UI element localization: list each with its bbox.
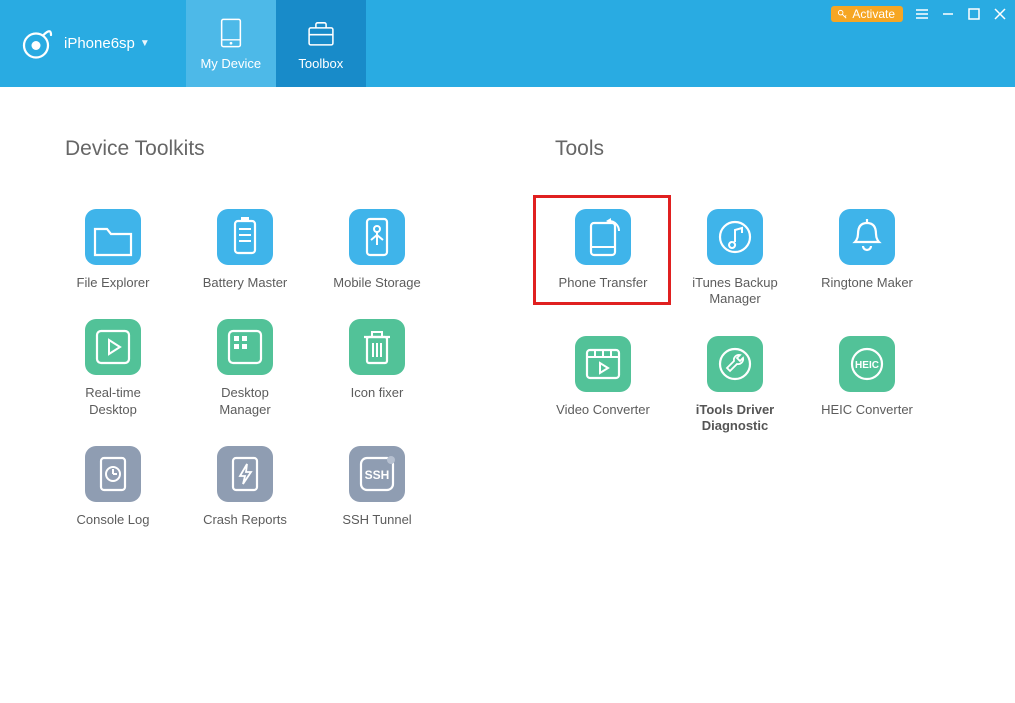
tablet-icon <box>214 16 248 50</box>
window-controls: Activate <box>831 6 1007 22</box>
tool-label: Desktop Manager <box>197 385 293 418</box>
menu-icon[interactable] <box>915 7 929 21</box>
tool-folder[interactable]: File Explorer <box>65 209 161 291</box>
tool-ssh[interactable]: SSH Tunnel <box>329 446 425 528</box>
device-selector[interactable]: iPhone6sp ▼ <box>64 35 150 52</box>
tab-label: Toolbox <box>298 56 343 71</box>
grid-icon <box>217 319 273 375</box>
tool-music-doc[interactable]: iTunes Backup Manager <box>687 209 783 308</box>
ssh-icon <box>349 446 405 502</box>
close-button[interactable] <box>993 7 1007 21</box>
tools-grid: Phone Transfer iTunes Backup Manager Ringt… <box>555 209 975 434</box>
app-logo <box>18 26 54 62</box>
brand-area: iPhone6sp ▼ <box>0 0 150 87</box>
tool-label: Video Converter <box>556 402 650 418</box>
tool-phone-transfer[interactable]: Phone Transfer <box>555 209 651 291</box>
trash-icon <box>349 319 405 375</box>
tool-play[interactable]: Real-time Desktop <box>65 319 161 418</box>
device-name: iPhone6sp <box>64 35 135 52</box>
tool-label: Phone Transfer <box>559 275 648 291</box>
tool-label: iTunes Backup Manager <box>687 275 783 308</box>
tool-label: Battery Master <box>203 275 288 291</box>
device-toolkits-grid: File Explorer Battery Master Mobile Storag… <box>65 209 485 528</box>
tool-label: Console Log <box>77 512 150 528</box>
tool-label: Ringtone Maker <box>821 275 913 291</box>
phone-transfer-icon <box>575 209 631 265</box>
usb-icon <box>349 209 405 265</box>
bolt-doc-icon <box>217 446 273 502</box>
music-doc-icon <box>707 209 763 265</box>
section-title: Tools <box>555 137 975 161</box>
heic-icon <box>839 336 895 392</box>
device-toolkits-column: Device Toolkits File Explorer Battery Mas… <box>65 137 485 528</box>
caret-down-icon: ▼ <box>140 38 150 49</box>
tool-battery[interactable]: Battery Master <box>197 209 293 291</box>
maximize-button[interactable] <box>967 7 981 21</box>
play-icon <box>85 319 141 375</box>
activate-button[interactable]: Activate <box>831 6 903 22</box>
nav-tabs: My Device Toolbox <box>186 0 366 87</box>
tool-wrench-circle[interactable]: iTools Driver Diagnostic <box>687 336 783 435</box>
tab-label: My Device <box>200 56 261 71</box>
folder-icon <box>85 209 141 265</box>
battery-icon <box>217 209 273 265</box>
toolbox-icon <box>304 16 338 50</box>
clock-doc-icon <box>85 446 141 502</box>
tools-column: Tools Phone Transfer iTunes Backup Manage… <box>555 137 975 528</box>
activate-label: Activate <box>852 7 895 21</box>
tool-bell[interactable]: Ringtone Maker <box>819 209 915 291</box>
minimize-button[interactable] <box>941 7 955 21</box>
key-icon <box>837 9 848 20</box>
tool-label: Crash Reports <box>203 512 287 528</box>
tool-grid[interactable]: Desktop Manager <box>197 319 293 418</box>
tool-heic[interactable]: HEIC Converter <box>819 336 915 418</box>
bell-icon <box>839 209 895 265</box>
title-bar: iPhone6sp ▼ My Device Too <box>0 0 1015 87</box>
tab-my-device[interactable]: My Device <box>186 0 276 87</box>
wrench-circle-icon <box>707 336 763 392</box>
tool-label: Mobile Storage <box>333 275 420 291</box>
tool-label: HEIC Converter <box>821 402 913 418</box>
tool-bolt-doc[interactable]: Crash Reports <box>197 446 293 528</box>
tool-clock-doc[interactable]: Console Log <box>65 446 161 528</box>
tool-label: SSH Tunnel <box>342 512 411 528</box>
tool-label: Icon fixer <box>351 385 404 401</box>
tool-film[interactable]: Video Converter <box>555 336 651 418</box>
tab-toolbox[interactable]: Toolbox <box>276 0 366 87</box>
content-area: Device Toolkits File Explorer Battery Mas… <box>0 87 1015 528</box>
tool-label: File Explorer <box>77 275 150 291</box>
tool-usb[interactable]: Mobile Storage <box>329 209 425 291</box>
tool-trash[interactable]: Icon fixer <box>329 319 425 401</box>
tool-label: Real-time Desktop <box>65 385 161 418</box>
film-icon <box>575 336 631 392</box>
tool-label: iTools Driver Diagnostic <box>687 402 783 435</box>
section-title: Device Toolkits <box>65 137 485 161</box>
